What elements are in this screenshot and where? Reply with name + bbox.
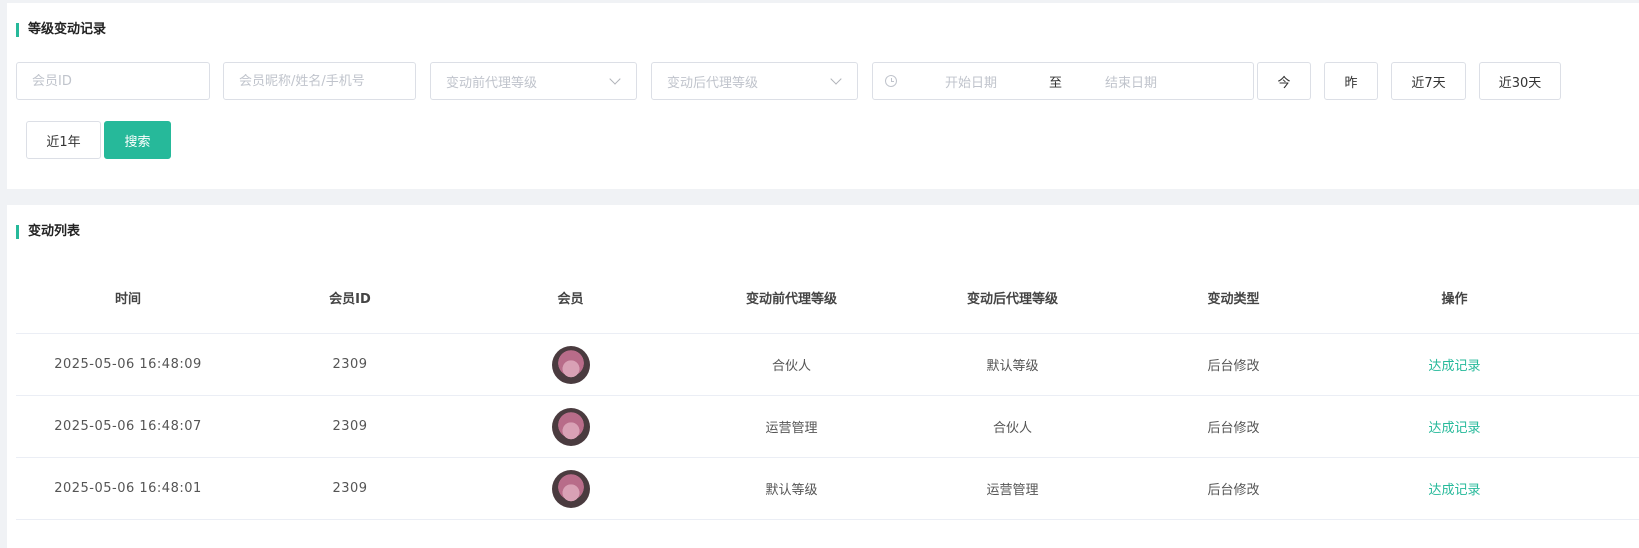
table-row: 2025-05-06 16:48:01 2309 默认等级 运营管理 后台修改 … [16, 458, 1639, 520]
chevron-down-icon [830, 73, 842, 85]
row-member-id: 2309 [332, 357, 368, 372]
row-member [460, 469, 681, 508]
today-button[interactable]: 今 [1257, 62, 1311, 100]
member-info-input-wrapper[interactable] [223, 62, 416, 100]
end-date-input[interactable]: 结束日期 [1105, 72, 1157, 91]
clock-icon [885, 75, 897, 87]
member-id-input-wrapper[interactable] [16, 62, 210, 100]
search-button[interactable]: 搜索 [104, 121, 171, 159]
row-action: 达成记录 [1344, 479, 1565, 498]
table-header: 时间 会员ID 会员 变动前代理等级 变动后代理等级 变动类型 操作 [16, 262, 1639, 334]
row-member-id: 2309 [332, 481, 368, 496]
table-row: 2025-05-06 16:48:09 2309 合伙人 默认等级 后台修改 达… [16, 334, 1639, 396]
date-range-picker[interactable]: 开始日期 至 结束日期 [872, 62, 1254, 100]
start-date-input[interactable]: 开始日期 [945, 72, 997, 91]
row-after-level: 合伙人 [992, 421, 1032, 436]
avatar [551, 407, 590, 446]
avatar [551, 345, 590, 384]
last-30-days-button[interactable]: 近30天 [1479, 62, 1561, 100]
chevron-down-icon [609, 73, 621, 85]
row-change-type: 后台修改 [1207, 359, 1260, 374]
before-level-placeholder: 变动前代理等级 [446, 75, 538, 91]
row-member [460, 407, 681, 446]
last-1-year-button[interactable]: 近1年 [26, 121, 101, 159]
filter-panel: 等级变动记录 变动前代理等级 变动后代理等级 开始日期 至 结束日期 今 昨 近… [7, 3, 1639, 189]
after-level-select[interactable]: 变动后代理等级 [651, 62, 858, 100]
column-header-action: 操作 [1441, 292, 1468, 307]
row-action: 达成记录 [1344, 355, 1565, 374]
member-info-input[interactable] [239, 73, 400, 89]
row-before-level: 运营管理 [765, 421, 818, 436]
last-7-days-button[interactable]: 近7天 [1391, 62, 1466, 100]
member-id-input[interactable] [32, 73, 194, 89]
row-member-id: 2309 [332, 419, 368, 434]
row-time: 2025-05-06 16:48:07 [54, 419, 202, 434]
row-before-level: 默认等级 [765, 483, 818, 498]
row-change-type: 后台修改 [1207, 483, 1260, 498]
row-change-type: 后台修改 [1207, 421, 1260, 436]
column-header-time: 时间 [114, 292, 141, 307]
column-header-after-level: 变动后代理等级 [966, 292, 1058, 307]
change-record-table: 时间 会员ID 会员 变动前代理等级 变动后代理等级 变动类型 操作 2025-… [16, 262, 1639, 520]
list-title: 变动列表 [16, 224, 80, 240]
row-time: 2025-05-06 16:48:09 [54, 357, 202, 372]
column-header-member-id: 会员ID [329, 292, 371, 307]
list-panel: 变动列表 时间 会员ID 会员 变动前代理等级 变动后代理等级 变动类型 操作 … [7, 205, 1639, 548]
yesterday-button[interactable]: 昨 [1324, 62, 1378, 100]
filter-title: 等级变动记录 [16, 22, 106, 38]
row-time: 2025-05-06 16:48:01 [54, 481, 202, 496]
before-level-select[interactable]: 变动前代理等级 [430, 62, 637, 100]
achievement-record-link[interactable]: 达成记录 [1428, 421, 1480, 436]
row-action: 达成记录 [1344, 417, 1565, 436]
row-before-level: 合伙人 [771, 359, 811, 374]
date-range-separator: 至 [1049, 75, 1063, 91]
row-member [460, 345, 681, 384]
column-header-before-level: 变动前代理等级 [745, 292, 837, 307]
row-after-level: 默认等级 [986, 359, 1039, 374]
table-row: 2025-05-06 16:48:07 2309 运营管理 合伙人 后台修改 达… [16, 396, 1639, 458]
row-after-level: 运营管理 [986, 483, 1039, 498]
column-header-change-type: 变动类型 [1207, 292, 1260, 307]
column-header-member: 会员 [557, 292, 584, 307]
achievement-record-link[interactable]: 达成记录 [1428, 483, 1480, 498]
avatar [551, 469, 590, 508]
achievement-record-link[interactable]: 达成记录 [1428, 359, 1480, 374]
after-level-placeholder: 变动后代理等级 [667, 75, 759, 91]
